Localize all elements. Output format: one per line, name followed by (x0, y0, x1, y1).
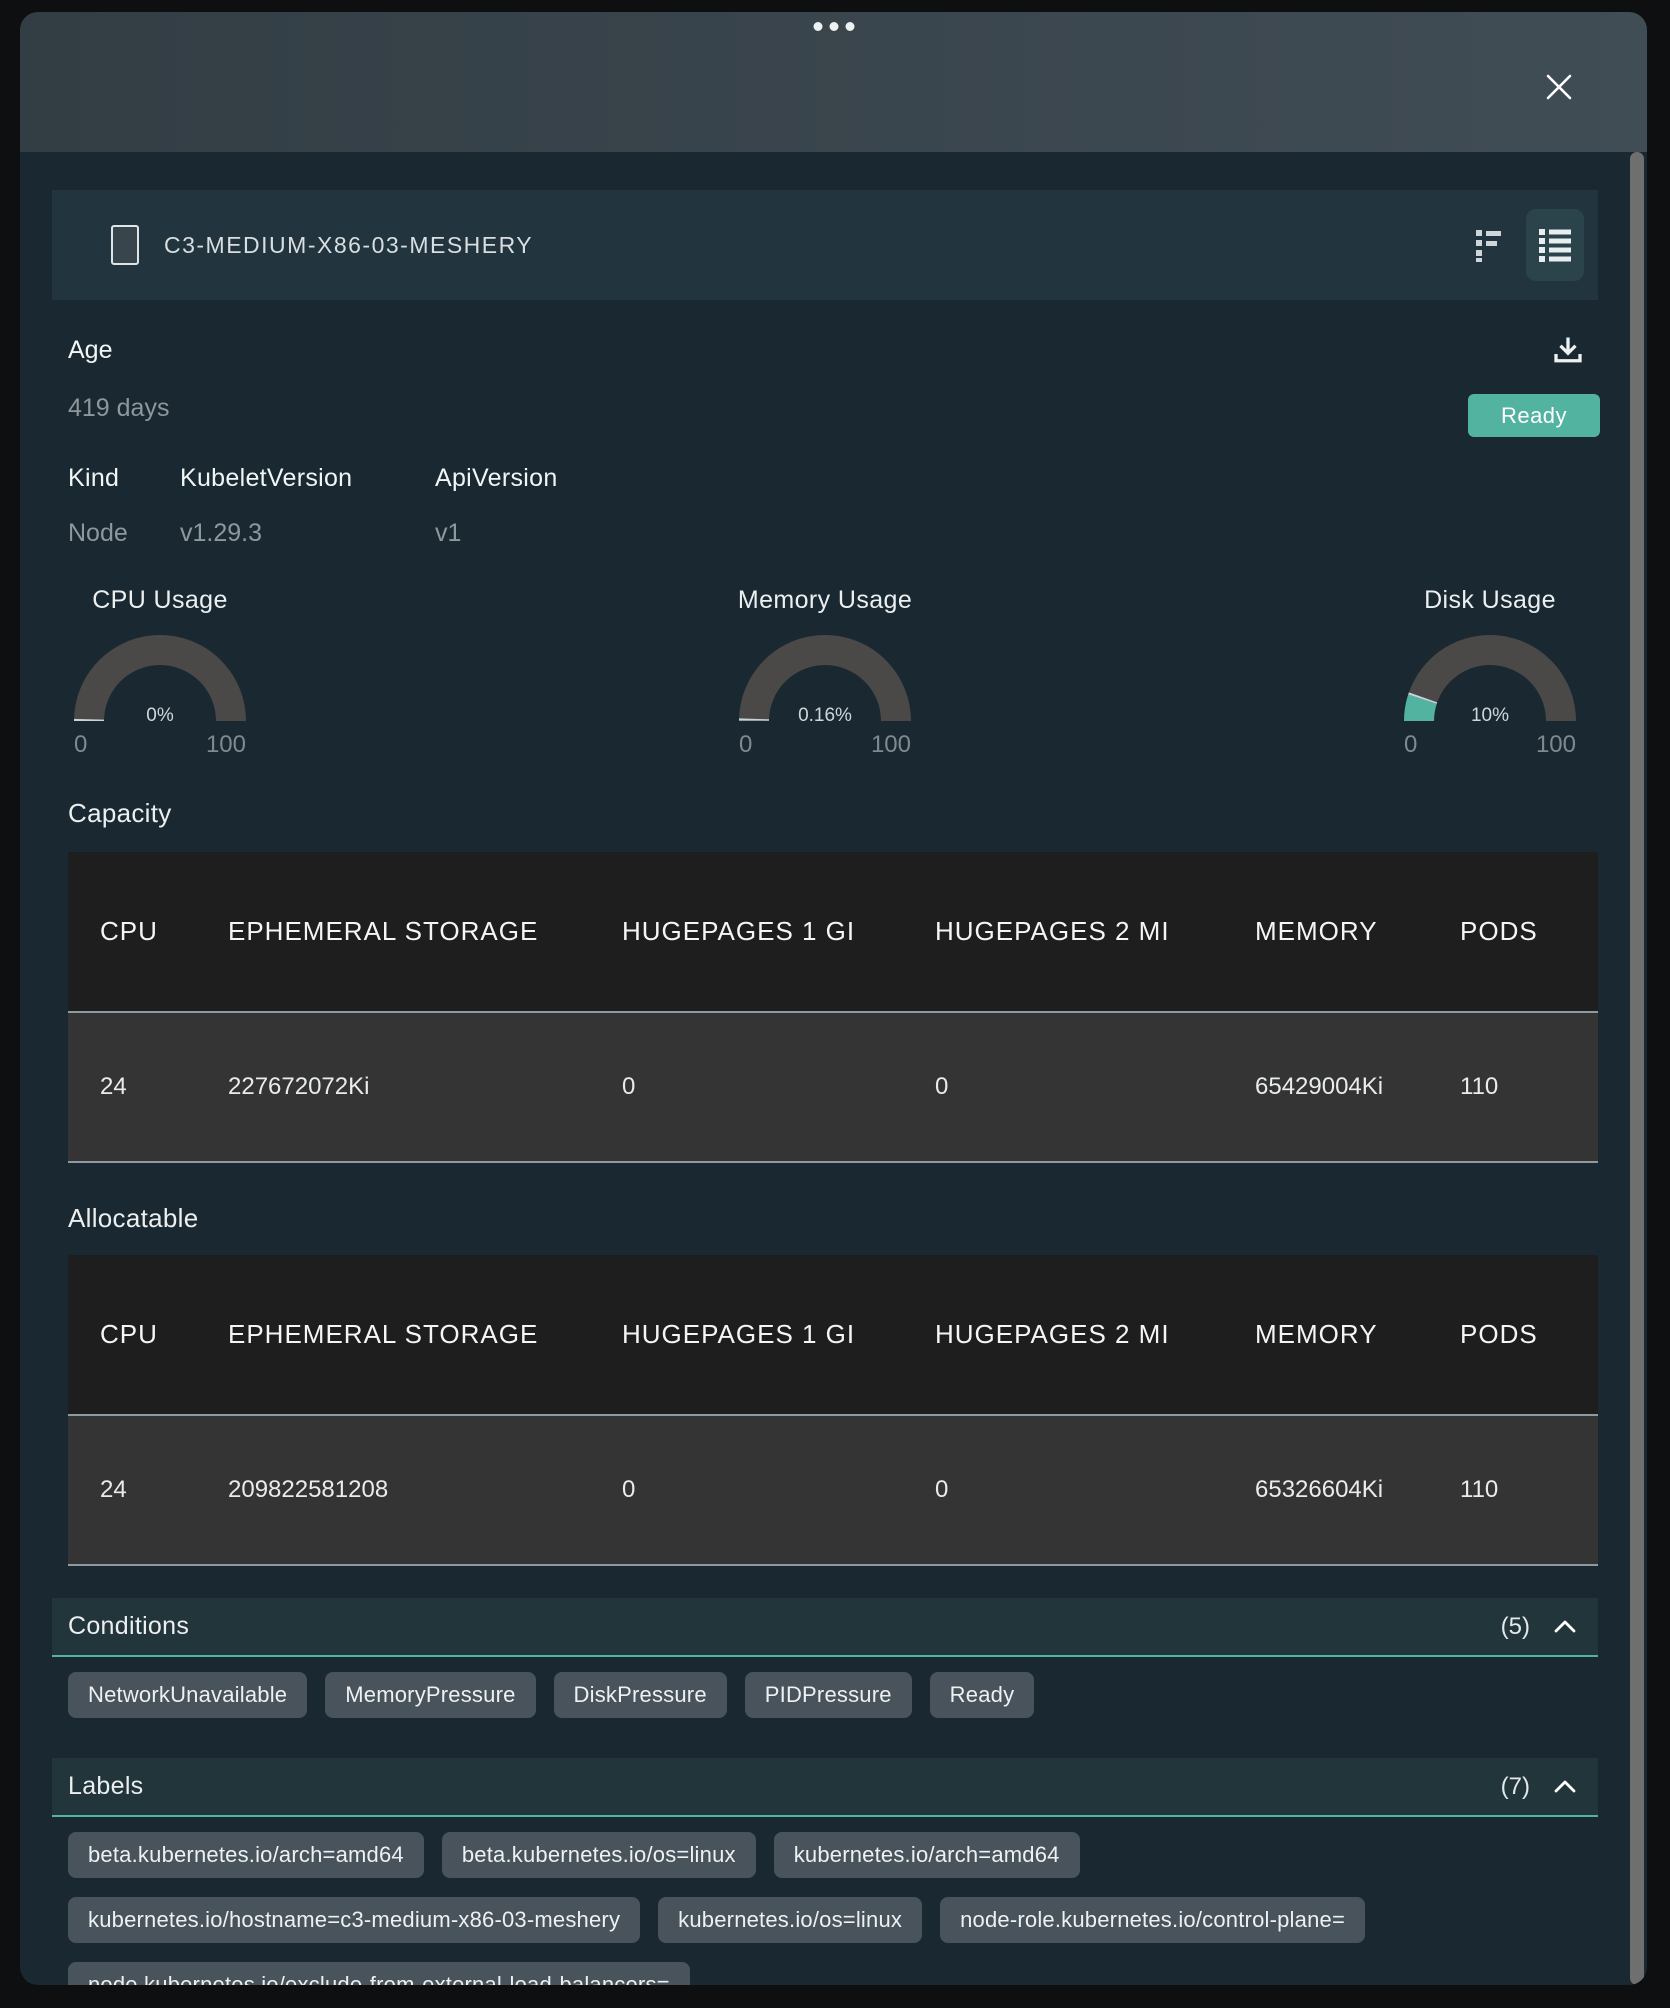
column-header: PODS (1428, 852, 1598, 1012)
drag-handle-icon[interactable] (813, 22, 854, 31)
conditions-chip-list: NetworkUnavailable MemoryPressure DiskPr… (68, 1672, 1573, 1718)
chevron-up-icon[interactable] (1552, 1777, 1578, 1797)
node-details-modal: C3-MEDIUM-X86-03-MESHERY (20, 12, 1647, 1985)
cell: 227672072Ki (196, 1012, 590, 1162)
api-version-field: ApiVersion v1 (435, 464, 558, 493)
column-header: MEMORY (1223, 1255, 1428, 1415)
memory-gauge-chart: 0.16% (735, 629, 915, 729)
label-chip[interactable]: node.kubernetes.io/exclude-from-external… (68, 1962, 690, 1985)
cell: 24 (68, 1012, 196, 1162)
column-header: MEMORY (1223, 852, 1428, 1012)
close-icon[interactable] (1544, 70, 1578, 104)
cpu-gauge-range: 0100 (72, 731, 248, 759)
cpu-usage-gauge: CPU Usage 0% 0100 (62, 586, 258, 759)
disk-gauge-title: Disk Usage (1392, 586, 1588, 615)
condition-chip[interactable]: MemoryPressure (325, 1672, 535, 1718)
capacity-data-row: 24 227672072Ki 0 0 65429004Ki 110 (68, 1012, 1598, 1162)
page-background: { "window": { "status": "Ready", "icons"… (0, 0, 1670, 2008)
api-version-value: v1 (435, 519, 461, 548)
age-value: 419 days (68, 394, 169, 423)
column-header: HUGEPAGES 1 GI (590, 852, 903, 1012)
labels-chip-list: beta.kubernetes.io/arch=amd64 beta.kuber… (68, 1832, 1573, 1985)
kubelet-version-label: KubeletVersion (180, 464, 352, 492)
api-version-label: ApiVersion (435, 464, 558, 492)
allocatable-title: Allocatable (68, 1203, 199, 1234)
cell: 0 (903, 1012, 1223, 1162)
memory-gauge-title: Memory Usage (727, 586, 923, 615)
label-chip[interactable]: kubernetes.io/os=linux (658, 1897, 922, 1943)
capacity-title: Capacity (68, 798, 172, 829)
memory-gauge-range: 0100 (737, 731, 913, 759)
kind-label: Kind (68, 464, 119, 492)
cell: 110 (1428, 1012, 1598, 1162)
status-badge: Ready (1468, 394, 1600, 437)
condition-chip[interactable]: Ready (930, 1672, 1035, 1718)
column-header: EPHEMERAL STORAGE (196, 852, 590, 1012)
label-chip[interactable]: node-role.kubernetes.io/control-plane= (940, 1897, 1365, 1943)
conditions-count: (5) (1501, 1613, 1530, 1641)
conditions-title: Conditions (68, 1612, 189, 1641)
condition-chip[interactable]: NetworkUnavailable (68, 1672, 307, 1718)
download-icon[interactable] (1546, 328, 1590, 377)
kind-value: Node (68, 519, 128, 548)
disk-usage-gauge: Disk Usage 10% 0100 (1392, 586, 1588, 759)
tree-view-icon[interactable] (1465, 218, 1512, 272)
select-checkbox[interactable] (111, 225, 139, 265)
allocatable-table: CPU EPHEMERAL STORAGE HUGEPAGES 1 GI HUG… (68, 1255, 1598, 1566)
kubelet-version-value: v1.29.3 (180, 519, 262, 548)
column-header: HUGEPAGES 2 MI (903, 852, 1223, 1012)
scrollbar-thumb[interactable] (1630, 152, 1644, 1985)
labels-count: (7) (1501, 1773, 1530, 1801)
cell: 110 (1428, 1415, 1598, 1565)
age-label: Age (68, 336, 112, 365)
capacity-header-row: CPU EPHEMERAL STORAGE HUGEPAGES 1 GI HUG… (68, 852, 1598, 1012)
labels-section-header[interactable]: Labels (7) (52, 1758, 1598, 1817)
chevron-up-icon[interactable] (1552, 1617, 1578, 1637)
column-header: HUGEPAGES 2 MI (903, 1255, 1223, 1415)
cell: 0 (590, 1415, 903, 1565)
conditions-section-header[interactable]: Conditions (5) (52, 1598, 1598, 1657)
cpu-gauge-chart: 0% (70, 629, 250, 729)
modal-titlebar (20, 12, 1647, 152)
label-chip[interactable]: kubernetes.io/hostname=c3-medium-x86-03-… (68, 1897, 640, 1943)
cell: 24 (68, 1415, 196, 1565)
cell: 209822581208 (196, 1415, 590, 1565)
cpu-gauge-title: CPU Usage (62, 586, 258, 615)
column-header: CPU (68, 852, 196, 1012)
svg-text:0%: 0% (146, 705, 174, 726)
column-header: HUGEPAGES 1 GI (590, 1255, 903, 1415)
svg-text:10%: 10% (1471, 705, 1509, 726)
cell: 65429004Ki (1223, 1012, 1428, 1162)
svg-text:0.16%: 0.16% (798, 705, 852, 726)
kubelet-version-field: KubeletVersion v1.29.3 (180, 464, 352, 493)
condition-chip[interactable]: DiskPressure (554, 1672, 727, 1718)
column-header: CPU (68, 1255, 196, 1415)
label-chip[interactable]: kubernetes.io/arch=amd64 (774, 1832, 1080, 1878)
allocatable-header-row: CPU EPHEMERAL STORAGE HUGEPAGES 1 GI HUG… (68, 1255, 1598, 1415)
kind-field: Kind Node (68, 464, 119, 493)
disk-gauge-chart: 10% (1400, 629, 1580, 729)
label-chip[interactable]: beta.kubernetes.io/os=linux (442, 1832, 756, 1878)
labels-title: Labels (68, 1772, 143, 1801)
column-header: PODS (1428, 1255, 1598, 1415)
cell: 65326604Ki (1223, 1415, 1428, 1565)
cell: 0 (590, 1012, 903, 1162)
allocatable-data-row: 24 209822581208 0 0 65326604Ki 110 (68, 1415, 1598, 1565)
label-chip[interactable]: beta.kubernetes.io/arch=amd64 (68, 1832, 424, 1878)
node-card-header: C3-MEDIUM-X86-03-MESHERY (52, 190, 1598, 300)
node-title: C3-MEDIUM-X86-03-MESHERY (164, 232, 533, 259)
view-toggles (1465, 209, 1584, 281)
memory-usage-gauge: Memory Usage 0.16% 0100 (727, 586, 923, 759)
condition-chip[interactable]: PIDPressure (745, 1672, 912, 1718)
capacity-table: CPU EPHEMERAL STORAGE HUGEPAGES 1 GI HUG… (68, 852, 1598, 1163)
disk-gauge-range: 0100 (1402, 731, 1578, 759)
list-view-icon[interactable] (1526, 209, 1584, 281)
column-header: EPHEMERAL STORAGE (196, 1255, 590, 1415)
cell: 0 (903, 1415, 1223, 1565)
